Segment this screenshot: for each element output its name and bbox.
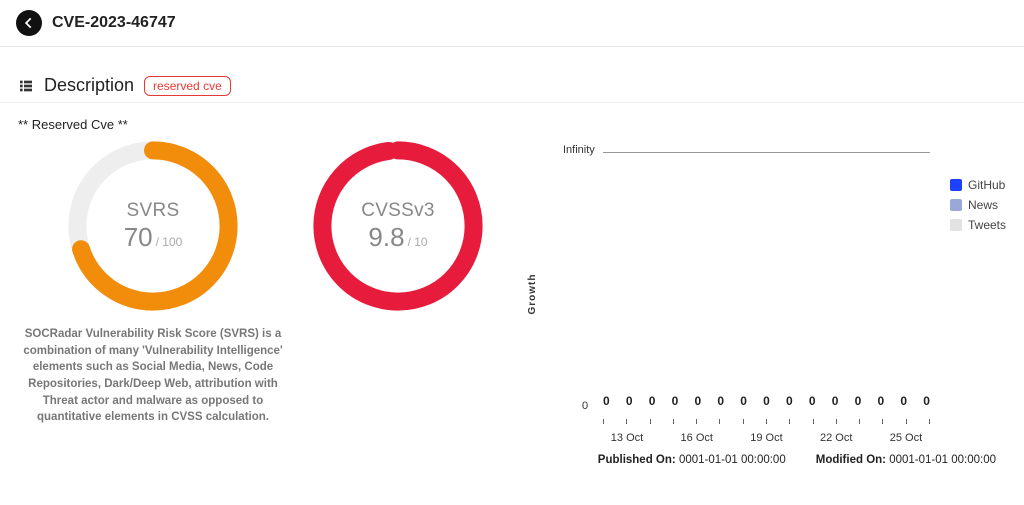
modified-on: Modified On: 0001-01-01 00:00:00 (816, 454, 996, 466)
reserved-cve-text: ** Reserved Cve ** (0, 103, 1024, 132)
data-label: 0 (786, 394, 793, 408)
cve-id-title: CVE-2023-46747 (52, 14, 176, 32)
data-label: 0 (832, 394, 839, 408)
cvss-value: 9.8 (368, 222, 404, 253)
x-label: 13 Oct (607, 432, 647, 444)
data-label: 0 (855, 394, 862, 408)
back-button[interactable] (16, 10, 42, 36)
svrs-description: SOCRadar Vulnerability Risk Score (SVRS)… (18, 326, 288, 426)
cvss-max: / 10 (408, 235, 428, 249)
section-title: Description (44, 75, 134, 96)
arrow-left-icon (22, 16, 36, 30)
x-tick (696, 419, 697, 424)
x-tick (719, 419, 720, 424)
data-label: 0 (649, 394, 656, 408)
data-label: 0 (900, 394, 907, 408)
cvss-label: CVSSv3 (361, 200, 435, 222)
data-label: 0 (740, 394, 747, 408)
legend-swatch (950, 179, 962, 191)
legend-swatch (950, 199, 962, 211)
x-ticks (603, 419, 930, 424)
x-tick (650, 419, 651, 424)
svrs-label: SVRS (127, 200, 180, 222)
growth-chart: Infinity Growth 0 0 0 0 0 0 0 0 0 0 0 0 0 0 0 0 13 Oct… (508, 144, 940, 444)
x-tick (789, 419, 790, 424)
data-label: 0 (809, 394, 816, 408)
content-row: SVRS 70 / 100 SOCRadar Vulnerability Ris… (0, 132, 1024, 454)
x-tick (603, 419, 604, 424)
x-tick (882, 419, 883, 424)
legend-item[interactable]: GitHub (950, 178, 1006, 192)
x-tick (836, 419, 837, 424)
top-bar: CVE-2023-46747 (0, 0, 1024, 47)
x-label: 25 Oct (886, 432, 926, 444)
list-icon (18, 78, 34, 94)
chart-legend: GitHub News Tweets (950, 144, 1006, 444)
data-label: 0 (763, 394, 770, 408)
x-tick (626, 419, 627, 424)
growth-chart-area: Infinity Growth 0 0 0 0 0 0 0 0 0 0 0 0 0 0 0 0 13 Oct… (508, 136, 1006, 444)
x-tick (813, 419, 814, 424)
svrs-column: SVRS 70 / 100 SOCRadar Vulnerability Ris… (18, 136, 288, 426)
y-axis-label: Growth (527, 274, 538, 315)
legend-swatch (950, 219, 962, 231)
description-header: Description reserved cve (0, 47, 1024, 103)
y-axis-bottom: 0 (582, 400, 588, 412)
svrs-value: 70 (124, 222, 153, 253)
cvss-gauge: CVSSv3 9.8 / 10 (308, 136, 488, 316)
data-label: 0 (603, 394, 610, 408)
footer-dates: Published On: 0001-01-01 00:00:00 Modifi… (0, 454, 1024, 476)
data-label: 0 (878, 394, 885, 408)
svrs-gauge: SVRS 70 / 100 (63, 136, 243, 316)
data-label: 0 (672, 394, 679, 408)
legend-label: GitHub (968, 178, 1005, 192)
legend-item[interactable]: Tweets (950, 218, 1006, 232)
chart-top-line (603, 152, 930, 153)
y-axis-top: Infinity (563, 144, 595, 156)
x-label: 19 Oct (746, 432, 786, 444)
x-tick (766, 419, 767, 424)
cvss-column: CVSSv3 9.8 / 10 (308, 136, 488, 316)
x-tick (859, 419, 860, 424)
data-label: 0 (923, 394, 930, 408)
x-label: 22 Oct (816, 432, 856, 444)
legend-item[interactable]: News (950, 198, 1006, 212)
data-label: 0 (626, 394, 633, 408)
x-tick (906, 419, 907, 424)
reserved-badge: reserved cve (144, 76, 231, 96)
data-labels-row: 0 0 0 0 0 0 0 0 0 0 0 0 0 0 0 (603, 394, 930, 408)
svrs-max: / 100 (156, 235, 183, 249)
x-tick (929, 419, 930, 424)
x-tick (673, 419, 674, 424)
x-labels: 13 Oct 16 Oct 19 Oct 22 Oct 25 Oct (603, 432, 930, 444)
x-tick (743, 419, 744, 424)
legend-label: News (968, 198, 998, 212)
legend-label: Tweets (968, 218, 1006, 232)
published-on: Published On: 0001-01-01 00:00:00 (598, 454, 786, 466)
x-label: 16 Oct (677, 432, 717, 444)
data-label: 0 (717, 394, 724, 408)
data-label: 0 (695, 394, 702, 408)
